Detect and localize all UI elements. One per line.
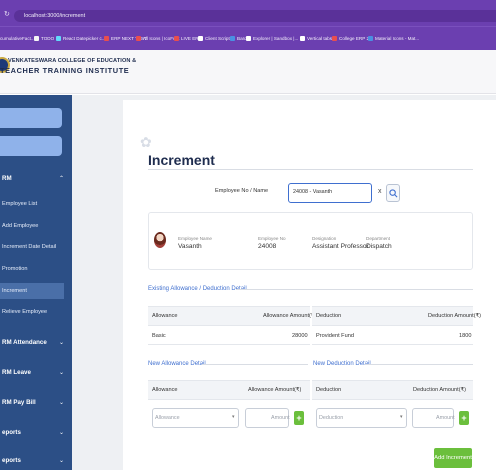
chevron-down-icon: ▾ [400,414,403,420]
bookmark-icon [198,36,203,42]
table-row [148,327,310,345]
search-icon [389,189,398,198]
new-allowance-amount-column-header: Allowance Amount(₹) [248,387,302,393]
chevron-up-icon: ⌃ [58,176,64,182]
bookmark-icon [174,36,179,42]
new-deduction-section-title: New Deduction Detail [313,361,371,367]
sidebar-group-reports[interactable]: eports ⌄ [0,424,72,442]
sidebar-item-relieve-employee[interactable]: Relieve Employee [0,304,64,320]
clear-icon[interactable]: x [378,188,382,196]
sidebar-group-hrm-pay-bill[interactable]: RM Pay Bill ⌄ [0,394,72,412]
deduction-amount-column-header: Deduction Amount(₹) [428,313,481,319]
deduction-column-header: Deduction [316,313,342,319]
allowance-amount: 28000 [292,333,308,339]
sidebar-item-promotion[interactable]: Promotion [0,261,64,277]
designation: Assistant Professor [312,243,369,250]
bookmark-item[interactable]: React Datepicker c... [56,35,106,43]
bookmark-item[interactable]: College ERP 2.0 [332,35,373,43]
employee-search-value: 24008 - Vasanth [293,189,333,195]
bookmark-item[interactable]: Vertical tabs [300,35,332,43]
react-icon [56,36,61,42]
bookmark-item[interactable]: TODO [34,35,54,43]
existing-section-title: Existing Allowance / Deduction Detail [148,286,247,292]
bookmark-icon [246,36,251,42]
allowance-select-placeholder: Allowance [155,415,180,421]
address-text: localhost:3000/increment [24,13,86,19]
allowance-amount-column-header: Allowance Amount(₹) [263,313,317,319]
new-allowance-section-title: New Allowance Detail [148,361,206,367]
bookmark-icon [300,36,305,42]
sidebar-group-hrm[interactable]: RM ⌃ [0,170,72,188]
institute-name-line2: TEACHER TRAINING INSTITUTE [0,66,130,75]
bookmark-icon [332,36,337,42]
avatar [154,232,166,248]
chevron-down-icon: ⌄ [58,340,64,346]
institute-name-line1: VENKATESWARA COLLEGE OF EDUCATION & [8,58,137,64]
section-divider [365,364,473,365]
add-allowance-button[interactable]: + [294,411,304,425]
chevron-down-icon: ▾ [232,414,235,420]
chevron-down-icon: ⌄ [58,430,64,436]
search-button[interactable] [386,184,400,202]
bookmark-item[interactable]: cumulativeFact... [0,35,35,43]
search-label: Employee No / Name [215,188,269,194]
employee-name-label: Employee Name [178,236,212,241]
employee-no: 24008 [258,243,277,250]
sidebar-item-add-employee[interactable]: Add Employee [0,218,64,234]
section-divider [236,289,473,290]
sidebar-group-hrm-attendance[interactable]: RM Attendance ⌄ [0,334,72,352]
address-bar[interactable]: localhost:3000/increment [14,10,496,22]
deduction-name: Provident Fund [316,333,354,339]
sidebar-button[interactable] [0,108,62,128]
bookmarks-bar: cumulativeFact... TODO React Datepicker … [0,26,496,50]
page-title: Increment [148,152,215,168]
sidebar-item-increment[interactable]: Increment [0,283,64,299]
allowance-column-header: Allowance [152,313,178,319]
icofont-icon [136,36,141,42]
deduction-select-placeholder: Deduction [319,415,344,421]
bookmark-item[interactable]: Client Script [198,35,230,43]
employee-name: Vasanth [178,243,202,250]
bookmark-item[interactable]: All Icons | IcoFont [136,35,179,43]
deduction-amount-placeholder: Amount [436,415,455,421]
new-allowance-column-header: Allowance [152,387,178,393]
bookmark-icon [104,36,109,42]
new-deduction-column-header: Deduction [316,387,342,393]
bookmark-item[interactable]: Explorer | Sandbox |... [246,35,298,43]
chevron-down-icon: ⌄ [58,400,64,406]
watermark-icon: ✿ [140,134,152,150]
chevron-down-icon: ⌄ [58,370,64,376]
material-icons-icon [368,36,373,42]
add-increment-button[interactable]: Add Increment [434,448,472,468]
employee-no-label: Employee No [258,236,286,241]
bookmark-item[interactable]: Bard [230,35,247,43]
employee-details-card [148,212,473,270]
reload-icon[interactable]: ↻ [4,11,12,19]
bard-icon [230,36,235,42]
department: Dispatch [366,243,392,250]
bookmark-icon [34,36,39,42]
title-divider [148,169,473,170]
sidebar-group-reports-2[interactable]: eports ⌄ [0,452,72,470]
new-deduction-amount-column-header: Deduction Amount(₹) [413,387,466,393]
bookmark-item[interactable]: Material Icons - Mat... [368,35,419,43]
sidebar-button[interactable] [0,136,62,156]
section-divider [202,364,308,365]
sidebar-item-increment-date-detail[interactable]: Increment Date Detail [0,239,64,255]
sidebar-group-hrm-leave[interactable]: RM Leave ⌄ [0,364,72,382]
chevron-down-icon: ⌄ [58,458,64,464]
department-label: Department [366,236,391,241]
allowance-name: Basic [152,333,166,339]
add-deduction-button[interactable]: + [459,411,469,425]
deduction-amount: 1800 [459,333,472,339]
allowance-amount-placeholder: Amount [271,415,290,421]
designation-label: Designation [312,236,337,241]
sidebar-item-employee-list[interactable]: Employee List [0,196,64,212]
